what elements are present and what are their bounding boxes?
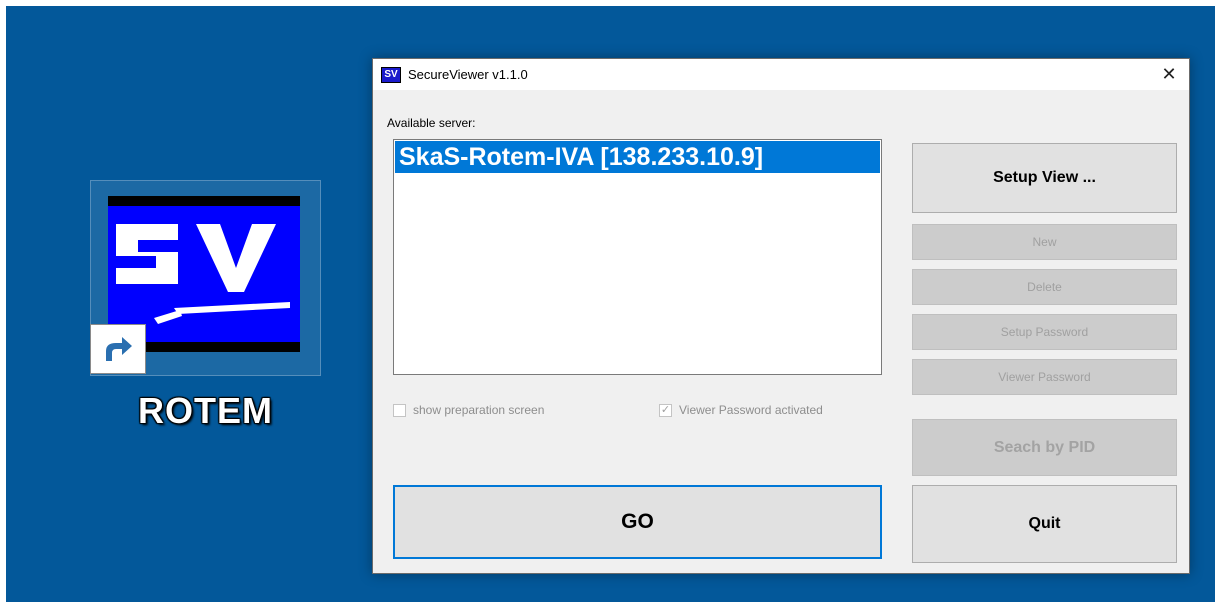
close-icon[interactable]: ✕ <box>1149 59 1189 90</box>
secureviewer-window: SV SecureViewer v1.1.0 ✕ Available serve… <box>372 58 1190 574</box>
server-list[interactable]: SkaS-Rotem-IVA [138.233.10.9] <box>393 139 882 375</box>
setup-view-button[interactable]: Setup View ... <box>912 143 1177 213</box>
new-button[interactable]: New <box>912 224 1177 260</box>
viewer-password-activated-label: Viewer Password activated <box>679 403 823 417</box>
viewer-password-checkbox-row[interactable]: ✓ Viewer Password activated <box>659 403 823 417</box>
viewer-password-button[interactable]: Viewer Password <box>912 359 1177 395</box>
available-server-label: Available server: <box>387 116 476 130</box>
setup-password-button[interactable]: Setup Password <box>912 314 1177 350</box>
delete-button[interactable]: Delete <box>912 269 1177 305</box>
sv-app-icon: SV <box>381 66 401 83</box>
desktop-icon-label: ROTEM <box>138 390 273 431</box>
shortcut-arrow-icon <box>90 324 146 374</box>
desktop: ROTEM SV SecureViewer v1.1.0 ✕ Available… <box>6 6 1215 602</box>
search-by-pid-button[interactable]: Seach by PID <box>912 419 1177 476</box>
window-title: SecureViewer v1.1.0 <box>408 67 528 82</box>
title-bar[interactable]: SV SecureViewer v1.1.0 ✕ <box>373 59 1189 90</box>
quit-button[interactable]: Quit <box>912 485 1177 563</box>
show-preparation-checkbox[interactable] <box>393 403 406 417</box>
go-button[interactable]: GO <box>393 485 882 559</box>
show-preparation-label: show preparation screen <box>413 403 545 417</box>
server-list-item[interactable]: SkaS-Rotem-IVA [138.233.10.9] <box>395 141 880 173</box>
viewer-password-checkbox[interactable]: ✓ <box>659 403 672 417</box>
show-preparation-checkbox-row[interactable]: show preparation screen <box>393 403 544 417</box>
